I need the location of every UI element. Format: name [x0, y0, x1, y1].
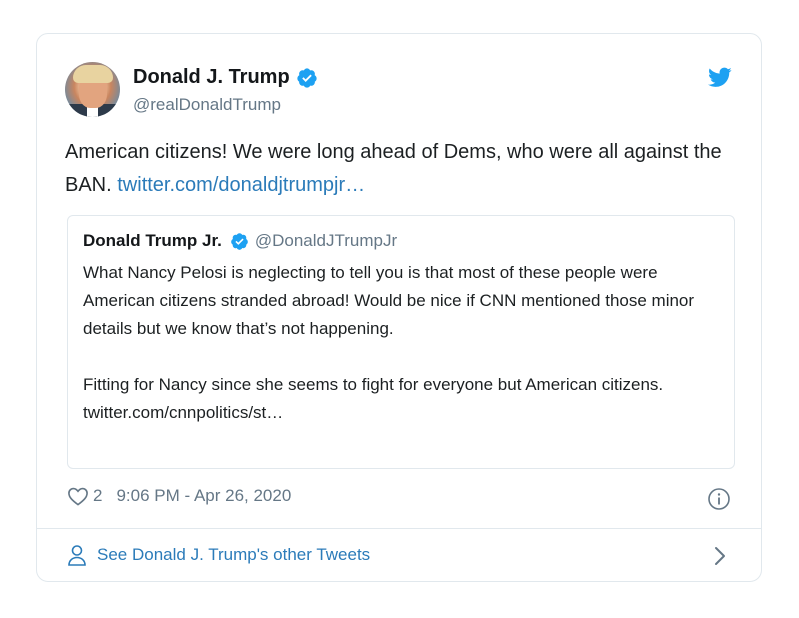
tweet-header: Donald J. Trump @realDonaldTrump [65, 62, 733, 122]
tweet-link[interactable]: twitter.com/donaldjtrumpjr… [117, 174, 365, 196]
see-other-tweets-link[interactable]: See Donald J. Trump's other Tweets [67, 544, 370, 566]
twitter-bird-icon[interactable] [707, 65, 733, 89]
quoted-paragraph-2: Fitting for Nancy since she seems to fig… [83, 375, 664, 422]
author-avatar[interactable] [65, 62, 120, 117]
quoted-author-name: Donald Trump Jr. [83, 231, 222, 250]
quoted-author-handle: @DonaldJTrumpJr [254, 231, 398, 250]
tweet-timestamp[interactable]: 9:06 PM - Apr 26, 2020 [116, 486, 291, 506]
tweet-meta: 2 9:06 PM - Apr 26, 2020 [67, 486, 291, 506]
see-other-tweets-label: See Donald J. Trump's other Tweets [97, 545, 371, 564]
author-name[interactable]: Donald J. Trump [133, 66, 290, 89]
author-name-row: Donald J. Trump [133, 66, 318, 89]
quoted-tweet[interactable]: Donald Trump Jr. @DonaldJTrumpJr What Na… [67, 215, 735, 469]
tweet-card: Donald J. Trump @realDonaldTrump America… [36, 33, 762, 582]
quoted-tweet-text: What Nancy Pelosi is neglecting to tell … [83, 259, 723, 427]
verified-badge-icon [231, 232, 248, 250]
quoted-paragraph-1: What Nancy Pelosi is neglecting to tell … [83, 263, 695, 338]
heart-icon[interactable] [67, 486, 89, 506]
divider [37, 528, 761, 529]
chevron-right-icon[interactable] [713, 546, 727, 566]
verified-badge-icon [297, 67, 317, 88]
person-icon [68, 545, 86, 566]
author-handle[interactable]: @realDonaldTrump [133, 95, 281, 115]
like-count[interactable]: 2 [93, 486, 102, 506]
quoted-tweet-header: Donald Trump Jr. @DonaldJTrumpJr [83, 231, 397, 251]
tweet-text: American citizens! We were long ahead of… [65, 136, 735, 202]
info-icon[interactable] [707, 487, 731, 511]
